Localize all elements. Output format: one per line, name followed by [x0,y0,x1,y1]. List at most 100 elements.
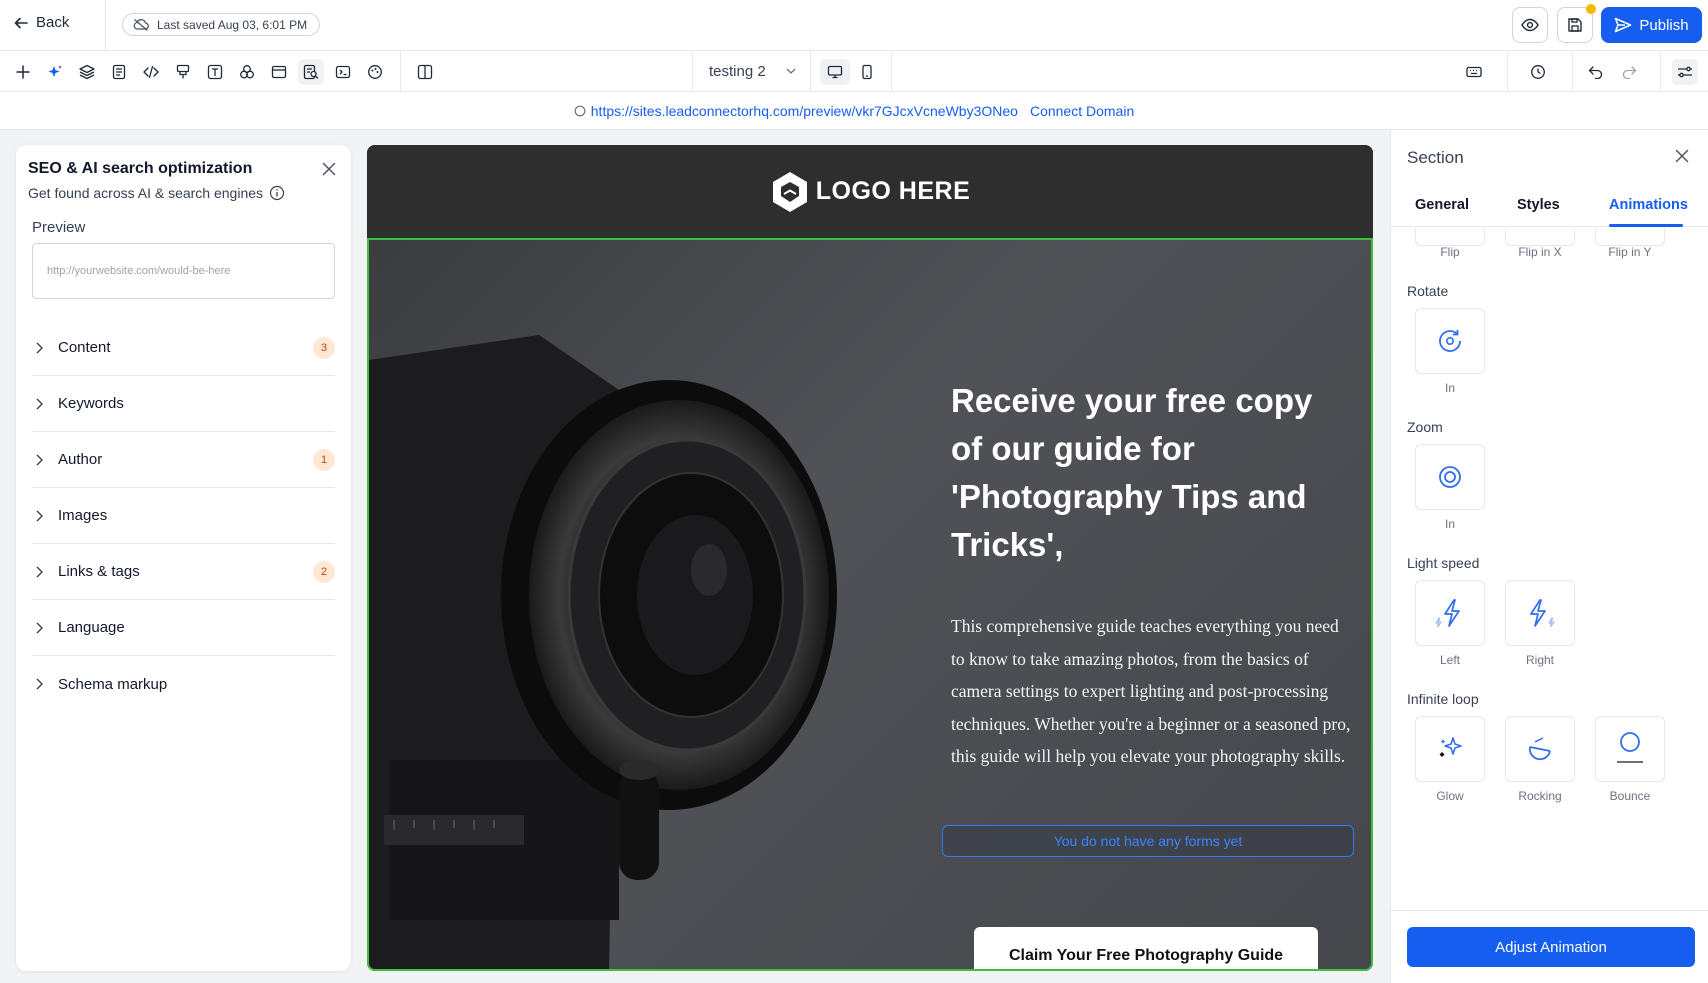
layers-icon[interactable] [74,59,100,85]
chevron-right-icon [32,342,58,354]
theme-icon[interactable] [362,59,388,85]
anim-label: In [1444,381,1455,395]
accordion-item-images[interactable]: Images [32,488,335,544]
accordion-item-content[interactable]: Content 3 [32,320,335,376]
page-select[interactable]: testing 2 [709,51,796,91]
seo-panel-subtitle-text: Get found across AI & search engines [28,185,264,201]
info-icon[interactable] [269,185,285,201]
page-canvas: LOGO HERE Receive your free copy of our … [367,145,1373,971]
anim-label: Right [1525,653,1554,667]
lightning-icon [1435,599,1460,628]
hero-body-text[interactable]: This comprehensive guide teaches everyth… [951,610,1351,773]
adjust-animation-button[interactable]: Adjust Animation [1407,927,1695,967]
no-forms-notice[interactable]: You do not have any forms yet [942,825,1354,857]
split-view-icon[interactable] [412,59,438,85]
back-label: Back [36,14,70,31]
send-icon [1615,17,1632,33]
anim-label: Flip in X [1518,245,1562,259]
camera-image [369,335,837,969]
anim-label: Flip [1440,245,1460,259]
rocking-icon [1528,737,1551,761]
anim-card-glow[interactable] [1415,716,1485,782]
globe-icon [574,105,586,116]
anim-card-flip-in-y[interactable] [1595,228,1665,246]
preview-url-input[interactable]: http://yourwebsite.com/would-be-here [32,243,335,299]
accordion-item-links-tags[interactable]: Links & tags 2 [32,544,335,600]
sparkle-icon [1439,737,1462,757]
accordion-label: Images [58,507,108,524]
mobile-view-button[interactable] [852,59,882,85]
page-select-value: testing 2 [709,62,766,80]
text-icon[interactable] [202,59,228,85]
anim-label: Bounce [1609,789,1651,803]
layout-icon[interactable] [266,59,292,85]
keyboard-icon[interactable] [1461,59,1487,85]
seo-panel-subtitle: Get found across AI & search engines [28,185,285,201]
paint-icon[interactable] [170,59,196,85]
accordion-item-author[interactable]: Author 1 [32,432,335,488]
seo-panel: SEO & AI search optimization Get found a… [16,145,351,971]
rotate-icon [1439,330,1461,352]
anim-label: In [1444,517,1455,531]
settings-sliders-icon[interactable] [1672,59,1698,85]
anim-card-zoom-in[interactable] [1415,444,1485,510]
pages-icon[interactable] [106,59,132,85]
count-badge: 1 [313,449,335,471]
anim-card-rocking[interactable] [1505,716,1575,782]
accordion-label: Keywords [58,395,124,412]
chevron-right-icon [32,454,58,466]
hero-section[interactable]: Receive your free copy of our guide for … [367,238,1373,971]
divider [810,51,811,91]
site-header[interactable]: LOGO HERE [367,145,1373,238]
tab-styles[interactable]: Styles [1517,182,1560,227]
seo-icon[interactable] [298,59,324,85]
anim-label: Flip in Y [1608,245,1652,259]
divider [1660,51,1661,91]
publish-label: Publish [1639,16,1689,34]
anim-card-light-speed-left[interactable] [1415,580,1485,646]
hero-headline[interactable]: Receive your free copy of our guide for … [951,377,1351,569]
anim-card-flip[interactable] [1415,228,1485,246]
logo-text: LOGO HERE [815,177,971,205]
accordion-item-keywords[interactable]: Keywords [32,376,335,432]
eye-icon [1521,18,1539,32]
undo-icon[interactable] [1583,59,1609,85]
history-icon[interactable] [1525,59,1551,85]
connect-domain-link[interactable]: Connect Domain [1030,103,1134,119]
accordion-item-schema-markup[interactable]: Schema markup [32,656,335,712]
plus-icon[interactable] [10,59,36,85]
tab-animations[interactable]: Animations [1609,182,1688,227]
chevron-right-icon [32,622,58,634]
accordion-label: Language [58,619,125,636]
save-button[interactable] [1557,4,1596,43]
anim-card-bounce[interactable] [1595,716,1665,782]
preview-url-bar: https://sites.leadconnectorhq.com/previe… [0,92,1708,130]
close-icon[interactable] [319,159,339,179]
divider [105,0,106,51]
active-tab-indicator [1609,224,1683,227]
bounce-icon [1617,732,1643,763]
preview-url-link[interactable]: https://sites.leadconnectorhq.com/previe… [574,103,1018,119]
ai-sparkle-icon[interactable] [42,59,68,85]
tab-general[interactable]: General [1415,182,1469,227]
divider [891,51,892,91]
anim-card-light-speed-right[interactable] [1505,580,1575,646]
redo-icon[interactable] [1616,59,1642,85]
terminal-icon[interactable] [330,59,356,85]
editor-toolbar: testing 2 [0,51,1708,92]
chevron-right-icon [32,510,58,522]
panel-title: Section [1407,148,1464,167]
close-icon[interactable] [1672,146,1692,166]
accordion-item-language[interactable]: Language [32,600,335,656]
publish-button[interactable]: Publish [1601,7,1702,43]
claim-guide-button[interactable]: Claim Your Free Photography Guide [974,927,1318,969]
anim-card-rotate-in[interactable] [1415,308,1485,374]
count-badge: 2 [313,561,335,583]
desktop-view-button[interactable] [820,59,850,85]
components-icon[interactable] [234,59,260,85]
code-icon[interactable] [138,59,164,85]
anim-card-flip-in-x[interactable] [1505,228,1575,246]
preview-button[interactable] [1512,7,1548,43]
back-button[interactable]: Back [14,14,69,31]
divider [400,51,401,91]
